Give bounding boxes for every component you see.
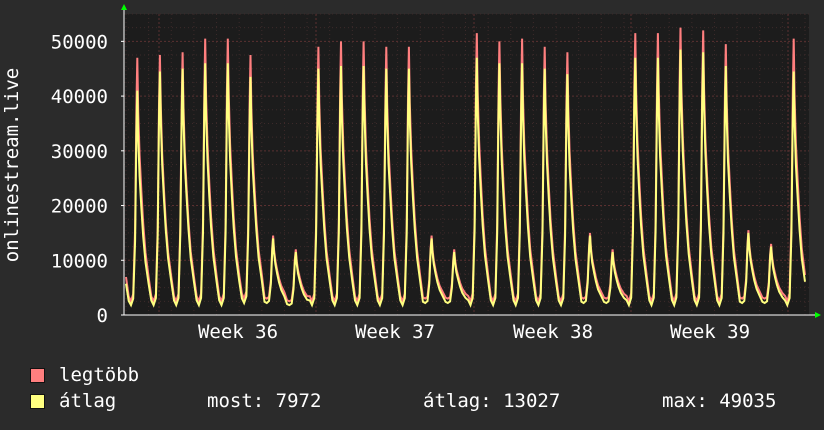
legend-item-max: legtöbb [30,364,139,386]
x-tick-label: Week 38 [513,321,593,343]
x-tick-label: Week 37 [355,321,435,343]
legend-swatch-avg [30,393,45,409]
x-tick-labels: Week 36 Week 37 Week 38 Week 39 [198,321,750,343]
y-tick-label: 0 [97,305,108,327]
legend-item-avg: átlag [30,390,116,412]
y-axis-label: onlinestream.live [1,68,23,262]
stat-current: most: 7972 [207,390,322,412]
legend-label-avg: átlag [59,390,117,412]
y-tick-label: 50000 [51,31,108,53]
y-tick-labels: 0 10000 20000 30000 40000 50000 [51,31,108,327]
y-tick-label: 40000 [51,86,108,108]
x-axis-arrow-icon [815,312,821,318]
x-tick-label: Week 39 [670,321,750,343]
y-axis-arrow-icon [121,4,127,10]
x-tick-label: Week 36 [198,321,278,343]
stat-average: átlag: 13027 [423,390,561,412]
y-tick-label: 10000 [51,250,108,272]
stat-maximum: max: 49035 [662,390,777,412]
legend-swatch-max [30,367,45,383]
y-tick-label: 20000 [51,196,108,218]
legend-label-max: legtöbb [59,364,140,386]
y-tick-label: 30000 [51,141,108,163]
